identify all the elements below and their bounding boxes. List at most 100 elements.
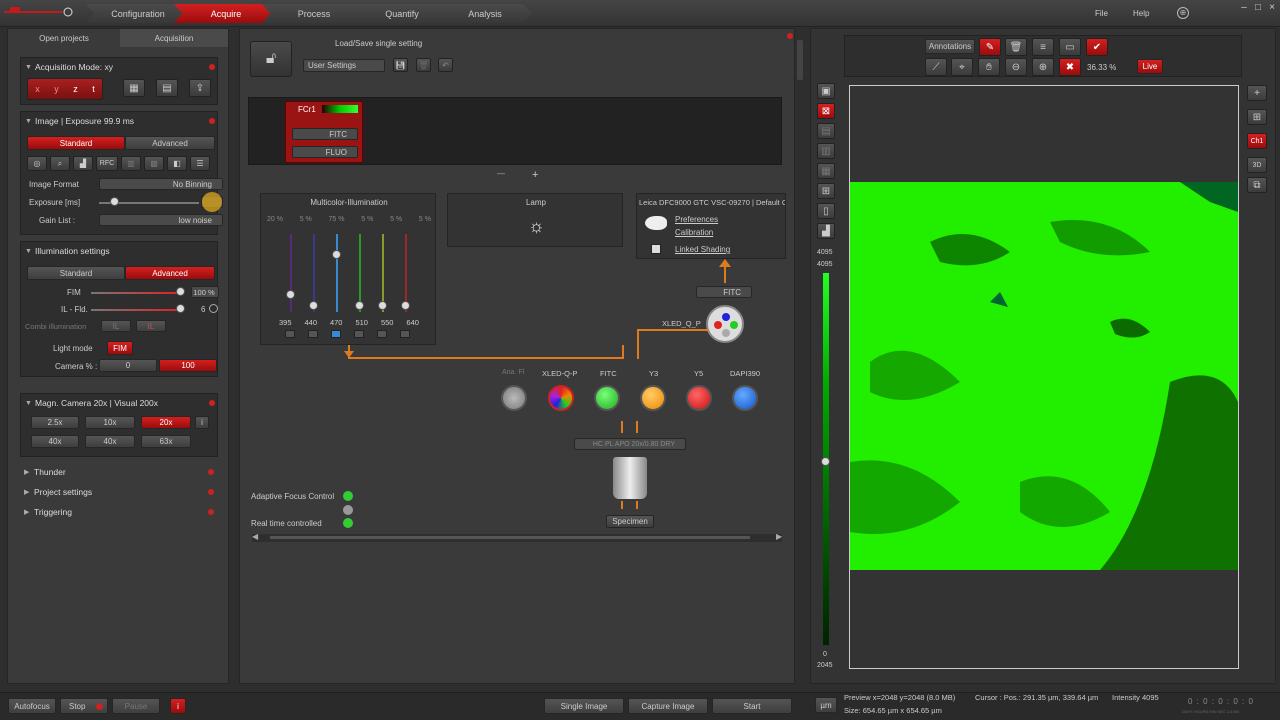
autofocus-button[interactable]: Autofocus: [8, 698, 56, 714]
tab-analysis[interactable]: Analysis: [438, 4, 532, 23]
objective-select[interactable]: HC PL APO 20x/0.80 DRY: [574, 438, 686, 450]
knob-395[interactable]: [286, 290, 295, 299]
add-setting-icon[interactable]: +: [532, 169, 538, 181]
zoom-out-icon[interactable]: ⊖: [1005, 58, 1027, 76]
combi-il-button-b[interactable]: IL: [136, 320, 166, 332]
pin-icon[interactable]: [209, 64, 215, 70]
view-tool-5-icon[interactable]: ▦: [817, 163, 835, 179]
network-icon[interactable]: ⊕: [1177, 7, 1189, 19]
rectangle-icon[interactable]: ▭: [1059, 38, 1081, 56]
fim-slider-track[interactable]: [91, 292, 181, 294]
linked-shading-checkbox[interactable]: [651, 244, 661, 254]
toggle-640[interactable]: [400, 330, 410, 338]
filter-y3-button[interactable]: [640, 385, 666, 411]
scroll-left-icon[interactable]: ◀: [252, 532, 258, 541]
view-tool-1-icon[interactable]: ▣: [817, 83, 835, 99]
tile-scan-icon[interactable]: ▦: [123, 79, 145, 97]
real-time-indicator[interactable]: [343, 518, 353, 528]
aperture-icon[interactable]: ◎: [27, 156, 47, 171]
lamp-icon[interactable]: ☼: [528, 216, 545, 237]
gain-list-select[interactable]: low noise: [99, 214, 223, 226]
adaptive-focus-off-indicator[interactable]: [343, 505, 353, 515]
grid-icon[interactable]: ▤: [156, 79, 178, 97]
user-settings-select[interactable]: User Settings: [303, 59, 385, 72]
fitc-turret-select[interactable]: FITC: [696, 286, 752, 298]
splitter-handle[interactable]: [797, 40, 803, 80]
image-format-select[interactable]: No Binning: [99, 178, 223, 190]
linked-shading-link[interactable]: Linked Shading: [675, 245, 730, 254]
white-balance-icon[interactable]: ◧: [167, 156, 187, 171]
measure-icon[interactable]: ⟋: [925, 58, 947, 76]
pin-icon[interactable]: [208, 469, 214, 475]
view-tool-2-icon[interactable]: ⊠: [817, 103, 835, 119]
lock-icon[interactable]: 🔓︎: [250, 41, 292, 77]
preferences-link[interactable]: Preferences: [675, 215, 718, 224]
capture-image-button[interactable]: Capture Image: [628, 698, 708, 714]
pin-icon[interactable]: [209, 118, 215, 124]
minimize-icon[interactable]: –: [1238, 2, 1250, 14]
specimen-button[interactable]: Specimen: [606, 515, 654, 528]
triggering-header[interactable]: ▶ Triggering: [24, 505, 214, 519]
tab-quantify[interactable]: Quantify: [350, 4, 454, 23]
objective-40x-b[interactable]: 40x: [85, 435, 135, 448]
toggle-510[interactable]: [354, 330, 364, 338]
fim-slider-knob[interactable]: [176, 287, 185, 296]
color-dim-icon[interactable]: ▩: [144, 156, 164, 171]
histogram-view-icon[interactable]: ▟: [817, 223, 835, 239]
objective-info-icon[interactable]: i: [195, 416, 209, 429]
tab-open-projects[interactable]: Open projects: [8, 29, 120, 47]
close-icon[interactable]: ×: [1266, 2, 1278, 14]
image-standard-button[interactable]: Standard: [27, 136, 125, 150]
image-canvas[interactable]: [849, 85, 1239, 669]
annotations-button[interactable]: Annotations: [925, 39, 975, 54]
view-tool-6-icon[interactable]: ⊞: [817, 183, 835, 199]
grid-dim-icon[interactable]: ▥: [121, 156, 141, 171]
fim-field[interactable]: 100 %: [191, 286, 219, 298]
rfc-button[interactable]: RFC: [96, 156, 118, 171]
pencil-icon[interactable]: ✎: [979, 38, 1001, 56]
toggle-470[interactable]: [331, 330, 341, 338]
zoom-icon[interactable]: ⌕: [50, 156, 70, 171]
toggle-550[interactable]: [377, 330, 387, 338]
start-button[interactable]: Start: [712, 698, 792, 714]
knob-510[interactable]: [355, 301, 364, 310]
il-slider-knob[interactable]: [176, 304, 185, 313]
knob-550[interactable]: [378, 301, 387, 310]
horizontal-scrollbar[interactable]: ◀ ▶: [252, 532, 782, 542]
fcr1-fluo-select[interactable]: FLUO: [292, 146, 358, 158]
view-tool-7-icon[interactable]: ▯: [817, 203, 835, 219]
slider-395[interactable]: [290, 234, 292, 312]
file-menu[interactable]: File: [1095, 9, 1108, 18]
knob-440[interactable]: [309, 301, 318, 310]
image-advanced-button[interactable]: Advanced: [125, 136, 215, 150]
objective-2-5x[interactable]: 2.5x: [31, 416, 79, 429]
undo-icon[interactable]: ↶: [438, 58, 453, 72]
objective-63x[interactable]: 63x: [141, 435, 191, 448]
view-tool-4-icon[interactable]: ▥: [817, 143, 835, 159]
info-icon[interactable]: i: [170, 698, 186, 714]
fcr1-fitc-select[interactable]: FITC: [292, 128, 358, 140]
layers-icon[interactable]: ≡: [1032, 38, 1054, 56]
combi-il-button-a[interactable]: IL: [101, 320, 131, 332]
acquisition-mode-header[interactable]: ▼ Acquisition Mode: xy: [25, 60, 215, 74]
knob-640[interactable]: [401, 301, 410, 310]
axis-z[interactable]: z: [73, 84, 78, 94]
split-view-icon[interactable]: ⊞: [1247, 109, 1267, 125]
save-icon[interactable]: 💾︎: [393, 58, 408, 72]
project-settings-header[interactable]: ▶ Project settings: [24, 485, 214, 499]
calibration-link[interactable]: Calibration: [675, 228, 713, 237]
zoom-in-icon[interactable]: ⊕: [1032, 58, 1054, 76]
magnification-header[interactable]: ▼ Magn. Camera 20x | Visual 200x: [25, 396, 215, 410]
illumination-header[interactable]: ▼ Illumination settings: [25, 244, 215, 258]
hand-icon[interactable]: ✋︎: [978, 58, 1000, 76]
pin-icon[interactable]: [209, 400, 215, 406]
trash-icon[interactable]: 🗑︎: [1005, 38, 1027, 56]
screenshot-icon[interactable]: ⧉: [1247, 177, 1267, 193]
scroll-thumb[interactable]: [270, 536, 750, 539]
view-tool-3-icon[interactable]: ▤: [817, 123, 835, 139]
light-mode-fim-button[interactable]: FIM: [107, 341, 133, 355]
help-menu[interactable]: Help: [1133, 9, 1149, 18]
check-icon[interactable]: ✔: [1086, 38, 1108, 56]
crosshair-icon[interactable]: ⌖: [951, 58, 973, 76]
3d-view-button[interactable]: 3D: [1247, 157, 1267, 173]
